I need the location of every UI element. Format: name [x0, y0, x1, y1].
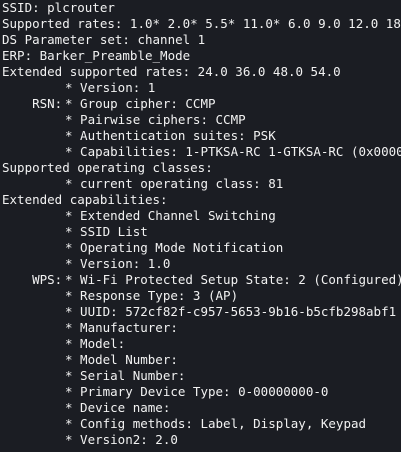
terminal-line: * Version2: 2.0 [0, 432, 401, 448]
terminal-line: * Operating Mode Notification [0, 240, 401, 256]
terminal-line: RSN: * Version: 1 [0, 80, 401, 111]
terminal-line: * Group cipher: CCMP [0, 96, 401, 112]
terminal-line: * Pairwise ciphers: CCMP [0, 112, 401, 128]
terminal-line: SSID: plcrouter [0, 0, 401, 16]
terminal-line: * Model Number: [0, 352, 401, 368]
terminal-line: * Extended Channel Switching [0, 208, 401, 224]
terminal-line: * Model: [0, 336, 401, 352]
terminal-line: Supported operating classes: [0, 160, 401, 176]
rsn-pairwise-ciphers: * Pairwise ciphers: CCMP [65, 112, 246, 127]
terminal-line: DS Parameter set: channel 1 [0, 32, 401, 48]
extended-rates-line: Extended supported rates: 24.0 36.0 48.0… [2, 64, 341, 79]
terminal-line: * Wi-Fi Protected Setup State: 2 (Config… [0, 272, 401, 288]
terminal-line: * Authentication suites: PSK [0, 128, 401, 144]
terminal-line: * Primary Device Type: 0-00000000-0 [0, 384, 401, 400]
terminal-line: * SSID List [0, 224, 401, 240]
wps-model-number: * Model Number: [65, 352, 178, 367]
terminal-line: * Response Type: 3 (AP) [0, 288, 401, 304]
wps-device-name: * Device name: [65, 400, 171, 415]
wps-version: * Version: 1.0 [65, 256, 171, 271]
terminal-line: Extended supported rates: 24.0 36.0 48.0… [0, 64, 401, 80]
terminal-line: Supported rates: 1.0* 2.0* 5.5* 11.0* 6.… [0, 16, 401, 32]
ds-parameter-line: DS Parameter set: channel 1 [2, 32, 206, 47]
wps-serial-number: * Serial Number: [65, 368, 186, 383]
wps-manufacturer: * Manufacturer: [65, 320, 178, 335]
ssid-line: SSID: plcrouter [2, 0, 115, 15]
erp-line: ERP: Barker_Preamble_Mode [2, 48, 191, 63]
current-operating-class: * current operating class: 81 [65, 176, 284, 191]
rsn-capabilities: * Capabilities: 1-PTKSA-RC 1-GTKSA-RC (0… [65, 144, 401, 159]
terminal-line: * Manufacturer: [0, 320, 401, 336]
ext-cap-operating-mode: * Operating Mode Notification [65, 240, 284, 255]
terminal-line: * current operating class: 81 [0, 176, 401, 192]
rsn-auth-suites: * Authentication suites: PSK [65, 128, 276, 143]
rsn-version: * Version: 1 [65, 80, 156, 95]
supported-rates-line: Supported rates: 1.0* 2.0* 5.5* 11.0* 6.… [2, 16, 401, 31]
terminal-line: * Device name: [0, 400, 401, 416]
terminal-line: Extended capabilities: [0, 192, 401, 208]
ext-cap-channel-switching: * Extended Channel Switching [65, 208, 276, 223]
terminal-line: * UUID: 572cf82f-c957-5653-9b16-b5cfb298… [0, 304, 401, 320]
wps-version2: * Version2: 2.0 [65, 432, 178, 447]
terminal-line: WPS: * Version: 1.0 [0, 256, 401, 287]
ext-cap-ssid-list: * SSID List [65, 224, 148, 239]
terminal-line: * Config methods: Label, Display, Keypad [0, 416, 401, 432]
terminal-line: * Serial Number: [0, 368, 401, 384]
terminal-line: ERP: Barker_Preamble_Mode [0, 48, 401, 64]
rsn-group-cipher: * Group cipher: CCMP [65, 96, 216, 111]
wps-response-type: * Response Type: 3 (AP) [65, 288, 239, 303]
wps-uuid: * UUID: 572cf82f-c957-5653-9b16-b5cfb298… [65, 304, 397, 319]
wps-config-methods: * Config methods: Label, Display, Keypad [65, 416, 367, 431]
supported-operating-classes: Supported operating classes: [2, 160, 213, 175]
extended-capabilities: Extended capabilities: [2, 192, 168, 207]
terminal-line: * Capabilities: 1-PTKSA-RC 1-GTKSA-RC (0… [0, 144, 401, 160]
wps-setup-state: * Wi-Fi Protected Setup State: 2 (Config… [65, 272, 401, 287]
wps-model: * Model: [65, 336, 126, 351]
wps-primary-device-type: * Primary Device Type: 0-00000000-0 [65, 384, 329, 399]
terminal-output: SSID: plcrouter Supported rates: 1.0* 2.… [0, 0, 401, 452]
